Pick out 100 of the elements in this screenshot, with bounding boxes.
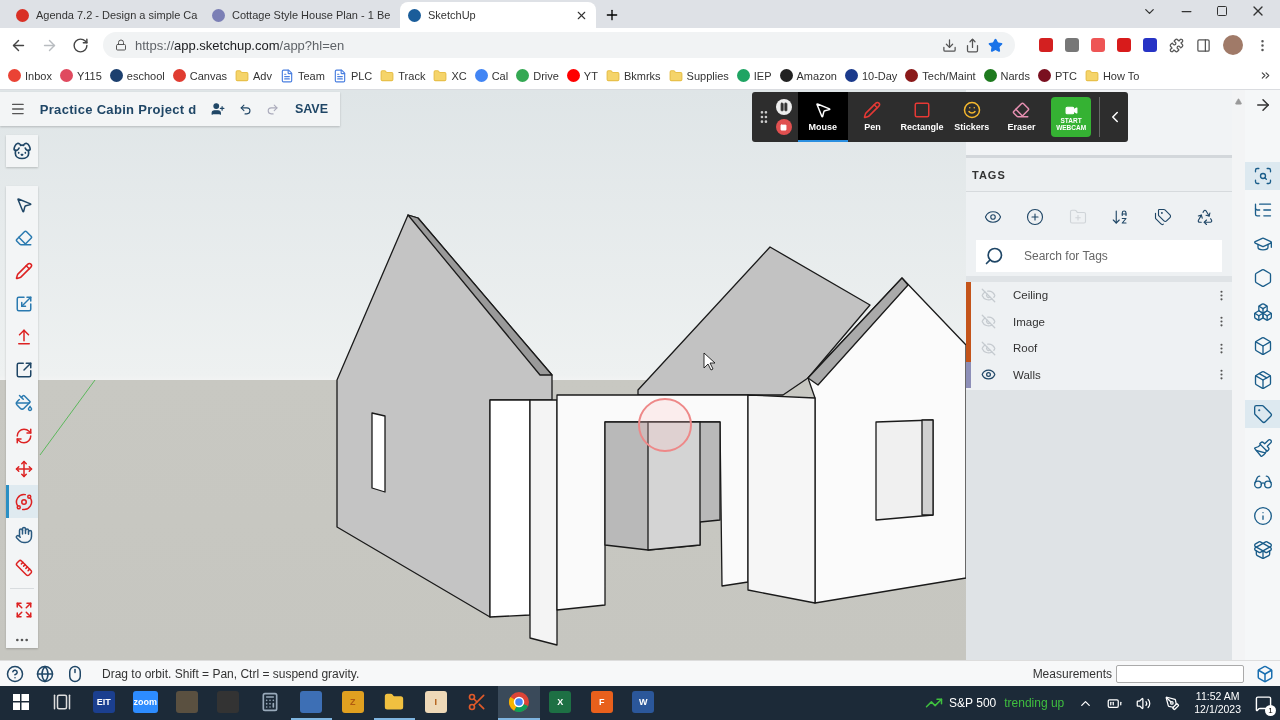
taskbar-button[interactable]: EIT [83, 686, 125, 720]
stop-button[interactable] [775, 119, 792, 135]
recorder-tool[interactable]: Pen [847, 92, 898, 142]
notifications-icon[interactable] [1255, 694, 1272, 712]
taskbar-button[interactable] [498, 686, 540, 720]
share-icon[interactable] [965, 37, 980, 53]
add-icon[interactable] [1026, 208, 1045, 226]
recycle-icon[interactable] [1195, 208, 1214, 226]
more-bookmarks-icon[interactable] [1259, 69, 1272, 82]
document-icon [280, 68, 294, 83]
boxes-icon [1252, 302, 1273, 322]
pause-button[interactable] [775, 99, 792, 115]
bookmark[interactable]: Adv [235, 68, 272, 83]
eye-icon[interactable] [984, 208, 1002, 226]
pen-icon [863, 100, 882, 119]
install-icon[interactable] [942, 37, 957, 53]
help-icon[interactable] [6, 664, 24, 683]
taskbar-button[interactable]: X [539, 686, 581, 720]
orbit-icon [14, 492, 33, 511]
search-input[interactable]: Search for Tags [1022, 248, 1214, 264]
extensions-icon[interactable] [1169, 37, 1184, 53]
bookmark[interactable]: eschool [109, 69, 165, 82]
globe-icon[interactable] [36, 664, 54, 683]
bookmark[interactable]: Tech/Maint [905, 69, 976, 82]
app-tile-icon: Z [341, 691, 364, 713]
sort-icon[interactable] [1111, 208, 1130, 226]
bookmark[interactable]: Inbox [8, 69, 52, 82]
document-title: Practice Cabin Project d [39, 101, 197, 117]
clock[interactable]: 11:52 AM 12/1/2023 [1194, 690, 1241, 716]
browser-tab[interactable]: SketchUp [400, 2, 596, 28]
scrollbar[interactable] [1232, 90, 1245, 660]
bookmark[interactable]: Amazon [779, 69, 837, 82]
folder-icon [235, 68, 249, 83]
bookmark[interactable]: Canvas [172, 69, 227, 82]
new-tab-button[interactable] [604, 7, 620, 23]
eye-icon[interactable] [980, 367, 996, 383]
bookmark[interactable]: How To [1084, 68, 1140, 83]
pointer-icon [703, 352, 716, 371]
bookmark[interactable]: Bkmrks [605, 68, 661, 83]
search-field[interactable]: Search for Tags [976, 240, 1222, 272]
bookmark[interactable]: YT [566, 69, 598, 82]
folder-icon [433, 68, 448, 83]
bookmark[interactable]: Team [280, 68, 325, 83]
recorder-tool[interactable]: Stickers [946, 92, 997, 142]
scroll-up-icon[interactable] [1235, 98, 1242, 105]
dog-icon [12, 141, 32, 161]
instructor-button[interactable] [6, 135, 38, 167]
eraser-icon [14, 228, 33, 247]
bookmark[interactable]: PTC [1037, 69, 1077, 82]
measurements-label: Measurements [1032, 666, 1112, 681]
volume-icon[interactable] [1136, 695, 1152, 711]
bookmark[interactable]: 10-Day [844, 69, 898, 82]
share-user-icon[interactable] [210, 101, 225, 117]
reload-icon[interactable] [72, 36, 89, 54]
taskbar-button[interactable]: I [415, 686, 457, 720]
tag-name: Roof [1013, 342, 1039, 355]
measurements-field[interactable] [1116, 664, 1244, 683]
bookmark[interactable]: Nards [983, 69, 1030, 82]
tags-icon[interactable] [1153, 208, 1172, 226]
bookmark[interactable]: PLC [332, 68, 373, 83]
side-panel-icon[interactable] [1196, 37, 1211, 53]
recorder-tool[interactable]: Mouse [797, 92, 848, 142]
bookmark[interactable]: IEP [736, 69, 772, 82]
tag-icon [1252, 404, 1273, 424]
folder-icon [380, 68, 395, 83]
extension-icon[interactable] [1143, 38, 1157, 52]
bookmark[interactable]: Cal [474, 69, 509, 82]
recorder-tool[interactable]: Rectangle [897, 92, 947, 142]
scan-search-button[interactable] [1245, 162, 1280, 190]
windows-logo-icon [12, 694, 29, 710]
pause-icon [778, 102, 789, 112]
rotate-arrows-icon [14, 426, 33, 445]
hexagon-icon [1252, 268, 1273, 288]
pen-icon[interactable] [1165, 695, 1181, 711]
status-hint: Drag to orbit. Shift = Pan, Ctrl = suspend gravity. [102, 666, 361, 681]
brush-icon [1252, 438, 1273, 458]
bookmark[interactable]: Track [380, 68, 426, 83]
taskbar-button[interactable]: W [622, 686, 664, 720]
tag-row[interactable]: Walls [966, 361, 1232, 388]
maximize-icon[interactable] [1216, 5, 1228, 17]
task-view-icon [53, 693, 72, 711]
mouse-icon[interactable] [66, 664, 84, 683]
save-button[interactable]: SAVE [292, 100, 330, 118]
bookmark[interactable]: XC [433, 68, 467, 83]
bookmark[interactable]: Supplies [668, 68, 729, 83]
tag-row[interactable]: Ceiling [966, 282, 1232, 309]
bookmark[interactable]: Drive [516, 69, 559, 82]
avatar-icon[interactable] [1223, 35, 1243, 55]
expand-arrows-icon [14, 600, 33, 619]
app-tile-icon: W [632, 691, 655, 713]
tag-row[interactable]: Roof [966, 335, 1232, 362]
star-icon[interactable] [988, 37, 1003, 53]
address-bar[interactable]: https://app.sketchup.com/app?hl=en [103, 32, 1015, 58]
bookmark[interactable]: Y115 [59, 69, 102, 82]
tool-button[interactable] [6, 485, 38, 518]
browser-logo-icon [508, 692, 529, 712]
tag-button[interactable] [1245, 400, 1280, 428]
recorder-tool[interactable]: Eraser [996, 92, 1047, 142]
tag-row[interactable]: Image [966, 308, 1232, 335]
pointer-icon [14, 195, 33, 214]
